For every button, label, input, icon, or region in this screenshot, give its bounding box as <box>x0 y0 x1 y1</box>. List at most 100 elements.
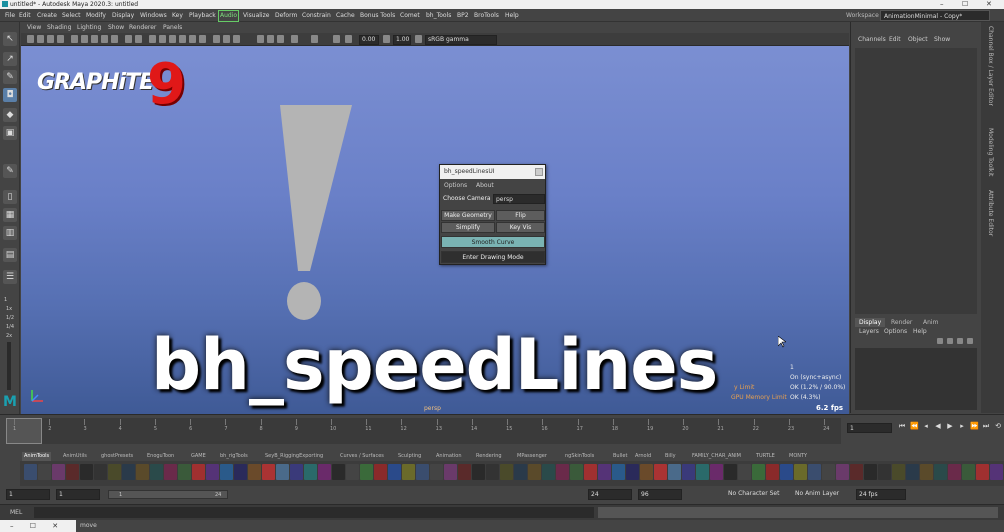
channel-menu-object[interactable]: Object <box>908 36 928 43</box>
shelf-tool-icon[interactable] <box>164 464 177 480</box>
shelf-tool-icon[interactable] <box>332 464 345 480</box>
shelf-tool-icon[interactable] <box>948 464 961 480</box>
new-layer-selected-icon[interactable] <box>967 338 973 344</box>
rotate-tool-icon[interactable]: ◆ <box>3 108 17 122</box>
channel-menu-channels[interactable]: Channels <box>858 36 886 43</box>
smooth-curve-button[interactable]: Smooth Curve <box>441 236 545 248</box>
shelf-tool-icon[interactable] <box>290 464 303 480</box>
go-to-start-icon[interactable]: ⏮ <box>898 422 906 430</box>
fps-dropdown[interactable]: 24 fps <box>856 489 906 500</box>
step-forward-key-icon[interactable]: ▸ <box>958 422 966 430</box>
move-tool-icon[interactable]: ◘ <box>3 88 17 102</box>
scale-tool-icon[interactable]: ▣ <box>3 126 17 140</box>
shelf-tool-icon[interactable] <box>248 464 261 480</box>
shelf-tool-icon[interactable] <box>990 464 1003 480</box>
shelf-tool-icon[interactable] <box>192 464 205 480</box>
shelf-tab[interactable]: TURTLE <box>756 452 775 461</box>
shelf-tool-icon[interactable] <box>612 464 625 480</box>
menu-help[interactable]: Help <box>505 9 519 22</box>
taskbar-min-icon[interactable]: – <box>10 522 14 530</box>
menu-constrain[interactable]: Constrain <box>302 9 331 22</box>
dialog-menu-about[interactable]: About <box>476 182 494 189</box>
playback-end-field[interactable]: 24 <box>588 489 632 500</box>
shelf-tool-icon[interactable] <box>66 464 79 480</box>
shelf-tab[interactable]: Billy <box>665 452 676 461</box>
camera-select-icon[interactable] <box>27 35 34 43</box>
shelf-tab[interactable]: SeyB_RiggingExporting <box>265 452 323 461</box>
gamma-icon[interactable] <box>345 35 352 43</box>
lasso-tool-icon[interactable]: ↗ <box>3 52 17 66</box>
layer-menu-help[interactable]: Help <box>913 328 927 335</box>
shelf-tab[interactable]: EnoguToon <box>147 452 174 461</box>
anti-alias-icon[interactable] <box>277 35 284 43</box>
simplify-button[interactable]: Simplify <box>441 222 495 233</box>
flip-button[interactable]: Flip <box>496 210 545 221</box>
shelf-tool-icon[interactable] <box>710 464 723 480</box>
shelf-tool-icon[interactable] <box>682 464 695 480</box>
shelf-tab[interactable]: bh_rigTools <box>220 452 248 461</box>
shelf-tool-icon[interactable] <box>38 464 51 480</box>
shelf-tool-icon[interactable] <box>654 464 667 480</box>
shelf-tool-icon[interactable] <box>556 464 569 480</box>
textured-icon[interactable] <box>179 35 186 43</box>
go-to-end-icon[interactable]: ⏭ <box>982 422 990 430</box>
shelf-tool-icon[interactable] <box>934 464 947 480</box>
menu-display[interactable]: Display <box>112 9 134 22</box>
layer-menu-options[interactable]: Options <box>884 328 907 335</box>
shelf-tab[interactable]: AnimUtils <box>63 452 87 461</box>
side-tab-modeling-toolkit[interactable]: Modeling Toolkit <box>987 128 994 176</box>
step-forward-icon[interactable]: ⏩ <box>970 422 979 430</box>
shelf-tab[interactable]: ngSkinTools <box>565 452 594 461</box>
menu-brotools[interactable]: BroTools <box>474 9 499 22</box>
range-slider-bar[interactable]: 1 24 <box>108 490 228 499</box>
taskbar-close-icon[interactable]: ✕ <box>52 522 58 530</box>
isolate-icon[interactable] <box>233 35 240 43</box>
shelf-tab[interactable]: Sculpting <box>398 452 421 461</box>
timeline-track[interactable] <box>6 418 841 444</box>
shelf-tool-icon[interactable] <box>150 464 163 480</box>
loop-icon[interactable]: ⟲ <box>994 422 1002 430</box>
shelf-tool-icon[interactable] <box>584 464 597 480</box>
shelf-tool-icon[interactable] <box>374 464 387 480</box>
make-geometry-button[interactable]: Make Geometry <box>441 210 495 221</box>
zoom-slider[interactable] <box>7 342 11 390</box>
shelf-tool-icon[interactable] <box>724 464 737 480</box>
menu-edit[interactable]: Edit <box>19 9 31 22</box>
paint-select-icon[interactable]: ✎ <box>3 70 17 84</box>
shelf-tool-icon[interactable] <box>234 464 247 480</box>
menu-bp2[interactable]: BP2 <box>457 9 469 22</box>
panel-menu-view[interactable]: View <box>27 22 41 33</box>
shelf-tool-icon[interactable] <box>24 464 37 480</box>
shelf-tool-icon[interactable] <box>794 464 807 480</box>
shelf-tool-icon[interactable] <box>780 464 793 480</box>
panel-menu-show[interactable]: Show <box>108 22 124 33</box>
shelf-tool-icon[interactable] <box>500 464 513 480</box>
panel-menu-shading[interactable]: Shading <box>47 22 71 33</box>
shelf-tool-icon[interactable] <box>892 464 905 480</box>
lights-icon[interactable] <box>189 35 196 43</box>
shelf-tab[interactable]: MPassenger <box>517 452 547 461</box>
shelf-tool-icon[interactable] <box>640 464 653 480</box>
shelf-tool-icon[interactable] <box>836 464 849 480</box>
dialog-close-button[interactable] <box>535 168 543 176</box>
shelf-tool-icon[interactable] <box>920 464 933 480</box>
color-management-icon[interactable] <box>415 35 422 43</box>
select-tool-icon[interactable]: ↖ <box>3 32 17 46</box>
layer-move-up-icon[interactable] <box>937 338 943 344</box>
shelf-tool-icon[interactable] <box>472 464 485 480</box>
menu-playback[interactable]: Playback <box>189 9 216 22</box>
shelf-tool-icon[interactable] <box>80 464 93 480</box>
camera-attr-icon[interactable] <box>37 35 44 43</box>
view-transform-dropdown[interactable]: sRGB gamma <box>425 35 497 45</box>
isolate-select-icon[interactable] <box>311 35 318 43</box>
close-button[interactable]: ✕ <box>986 0 992 9</box>
shelf-tool-icon[interactable] <box>626 464 639 480</box>
shelf-tool-icon[interactable] <box>808 464 821 480</box>
menu-create[interactable]: Create <box>37 9 57 22</box>
shelf-tool-icon[interactable] <box>668 464 681 480</box>
shelf-tool-icon[interactable] <box>444 464 457 480</box>
menu-audio[interactable]: Audio <box>218 10 240 22</box>
shelf-tool-icon[interactable] <box>766 464 779 480</box>
channel-menu-show[interactable]: Show <box>934 36 950 43</box>
shelf-tool-icon[interactable] <box>738 464 751 480</box>
